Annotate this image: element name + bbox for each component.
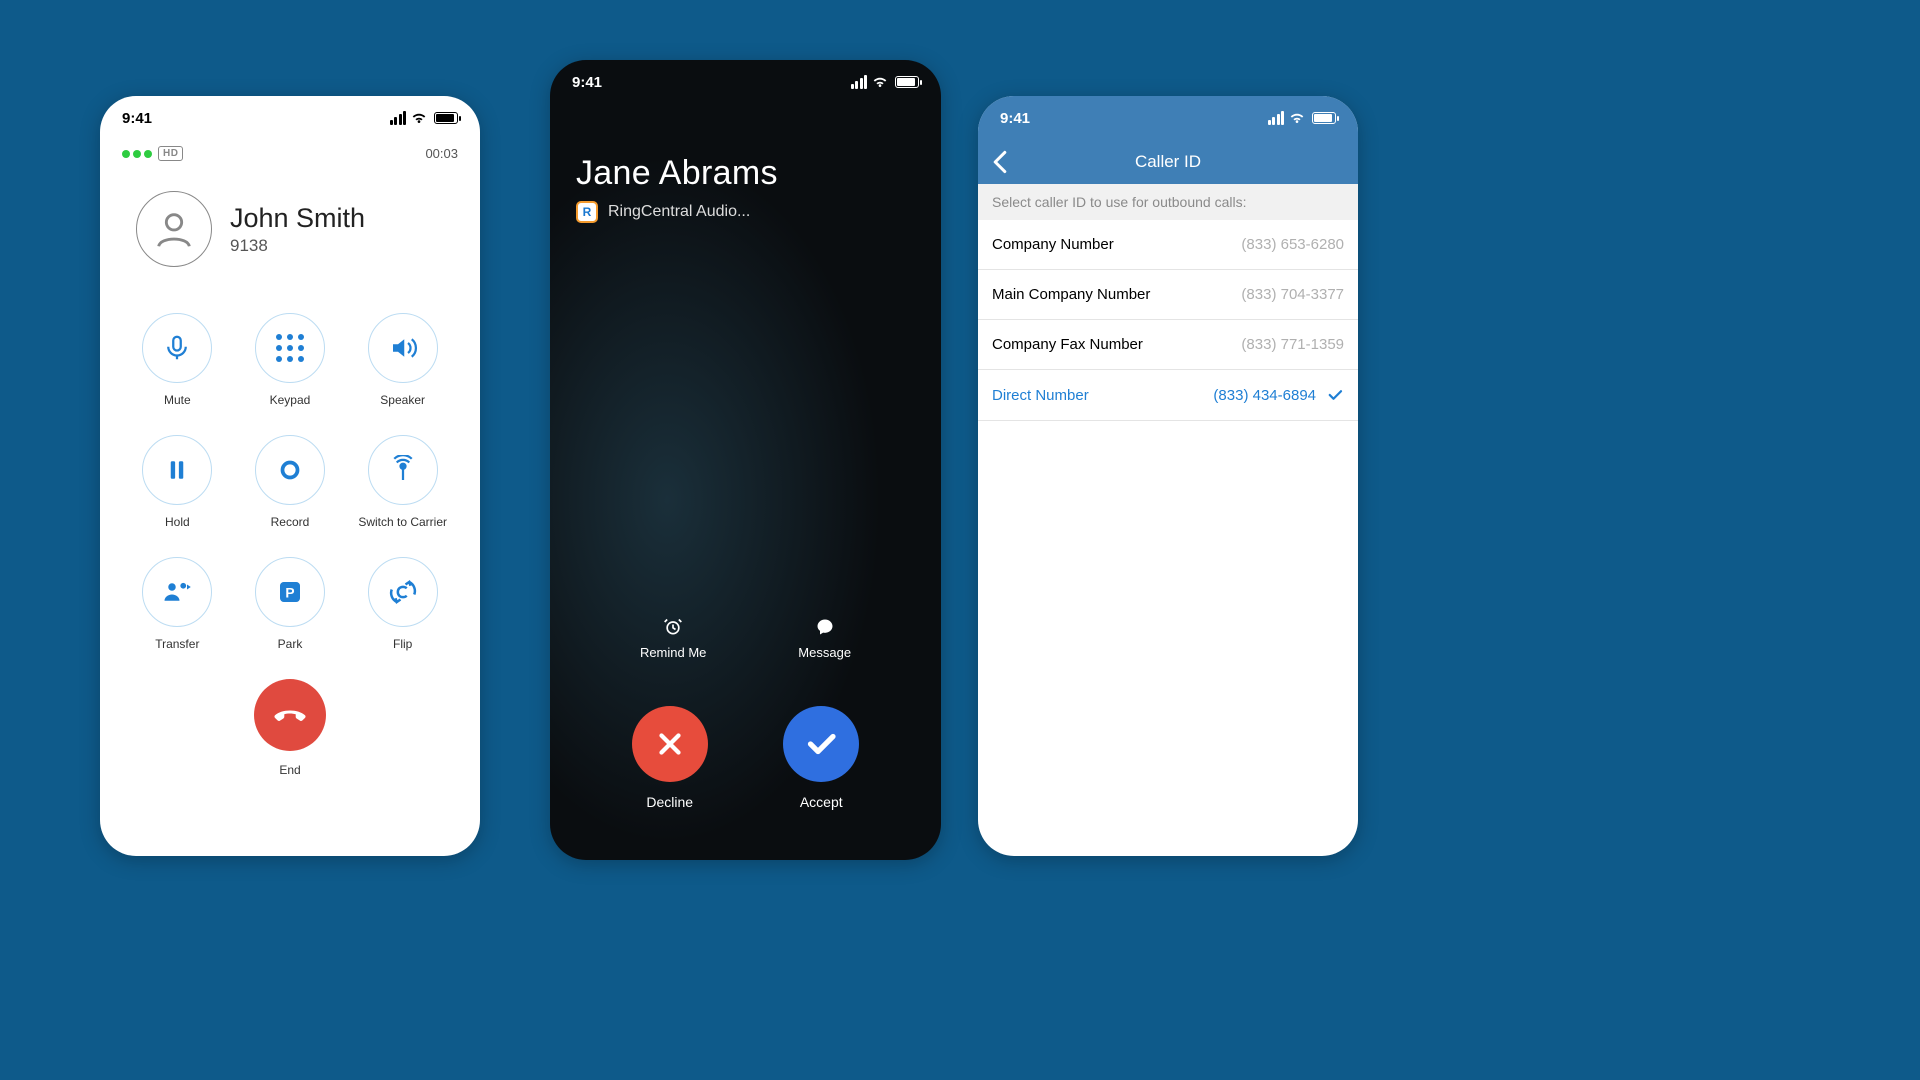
status-indicators	[1268, 111, 1337, 125]
battery-icon	[1312, 112, 1336, 124]
check-icon	[783, 706, 859, 782]
caller-id-item[interactable]: Direct Number (833) 434-6894	[978, 370, 1358, 421]
status-time: 9:41	[1000, 110, 1030, 127]
message-icon	[815, 617, 835, 637]
incoming-subtitle: RingCentral Audio...	[608, 203, 750, 221]
flip-button[interactable]: Flip	[368, 557, 438, 651]
back-button[interactable]	[992, 150, 1008, 174]
phone-incoming-call: 9:41 Jane Abrams R RingCentral Audio... …	[550, 60, 941, 860]
transfer-icon	[142, 557, 212, 627]
decline-label: Decline	[646, 794, 693, 810]
record-button[interactable]: Record	[255, 435, 325, 529]
avatar-icon	[136, 191, 212, 267]
caller-id-label: Company Number	[992, 236, 1114, 253]
status-indicators	[851, 75, 920, 89]
caller-extension: 9138	[230, 236, 365, 256]
microphone-icon	[142, 313, 212, 383]
signal-icon	[1268, 111, 1285, 125]
flip-label: Flip	[393, 637, 412, 651]
caller-name: John Smith	[230, 203, 365, 234]
speaker-button[interactable]: Speaker	[368, 313, 438, 407]
nav-bar: Caller ID	[978, 140, 1358, 184]
battery-icon	[895, 76, 919, 88]
signal-dots-icon	[122, 150, 152, 158]
wifi-icon	[410, 111, 428, 125]
speaker-icon	[368, 313, 438, 383]
park-label: Park	[278, 637, 303, 651]
call-controls-grid: Mute Keypad Speaker Hold Record	[100, 277, 480, 651]
decline-button[interactable]: Decline	[632, 706, 708, 810]
caller-id-item[interactable]: Main Company Number (833) 704-3377	[978, 270, 1358, 320]
record-icon	[255, 435, 325, 505]
caller-id-label: Company Fax Number	[992, 336, 1143, 353]
accept-button[interactable]: Accept	[783, 706, 859, 810]
pause-icon	[142, 435, 212, 505]
status-bar: 9:41	[100, 96, 480, 140]
incoming-subtitle-row: R RingCentral Audio...	[550, 197, 941, 227]
park-icon: P	[255, 557, 325, 627]
switch-carrier-button[interactable]: Switch to Carrier	[358, 435, 447, 529]
alarm-icon	[663, 617, 683, 637]
caller-id-list: Company Number (833) 653-6280 Main Company…	[978, 220, 1358, 421]
caller-id-label: Main Company Number	[992, 286, 1150, 303]
remind-label: Remind Me	[640, 645, 706, 660]
x-icon	[632, 706, 708, 782]
incoming-caller-name: Jane Abrams	[550, 104, 941, 197]
end-call-button[interactable]	[254, 679, 326, 751]
signal-icon	[390, 111, 407, 125]
call-duration: 00:03	[425, 146, 458, 161]
wifi-icon	[871, 75, 889, 89]
transfer-label: Transfer	[155, 637, 199, 651]
hangup-icon	[272, 697, 308, 733]
mute-label: Mute	[164, 393, 191, 407]
status-time: 9:41	[122, 110, 152, 127]
caller-id-number: (833) 653-6280	[1241, 236, 1344, 253]
battery-icon	[434, 112, 458, 124]
message-button[interactable]: Message	[798, 617, 851, 660]
remind-me-button[interactable]: Remind Me	[640, 617, 706, 660]
status-bar: 9:41	[978, 96, 1358, 140]
caller-id-item[interactable]: Company Fax Number (833) 771-1359	[978, 320, 1358, 370]
svg-text:P: P	[285, 586, 294, 601]
check-icon	[1326, 386, 1344, 404]
caller-id-item[interactable]: Company Number (833) 653-6280	[978, 220, 1358, 270]
end-label: End	[279, 763, 300, 777]
mute-button[interactable]: Mute	[142, 313, 212, 407]
instruction-text: Select caller ID to use for outbound cal…	[978, 184, 1358, 220]
caller-id-number: (833) 434-6894	[1213, 387, 1316, 404]
flip-icon	[368, 557, 438, 627]
keypad-button[interactable]: Keypad	[255, 313, 325, 407]
antenna-icon	[368, 435, 438, 505]
caller-id-number: (833) 704-3377	[1241, 286, 1344, 303]
call-status-row: HD 00:03	[100, 140, 480, 161]
transfer-button[interactable]: Transfer	[142, 557, 212, 651]
speaker-label: Speaker	[380, 393, 425, 407]
message-label: Message	[798, 645, 851, 660]
keypad-icon	[255, 313, 325, 383]
keypad-label: Keypad	[270, 393, 311, 407]
park-button[interactable]: P Park	[255, 557, 325, 651]
page-title: Caller ID	[1135, 152, 1201, 172]
ringcentral-icon: R	[576, 201, 598, 223]
caller-id-number: (833) 771-1359	[1241, 336, 1344, 353]
switch-label: Switch to Carrier	[358, 515, 447, 529]
status-time: 9:41	[572, 74, 602, 91]
hold-button[interactable]: Hold	[142, 435, 212, 529]
wifi-icon	[1288, 111, 1306, 125]
signal-icon	[851, 75, 868, 89]
status-bar: 9:41	[550, 60, 941, 104]
status-indicators	[390, 111, 459, 125]
caller-id-label: Direct Number	[992, 387, 1089, 404]
record-label: Record	[271, 515, 310, 529]
caller-info: John Smith 9138	[100, 161, 480, 277]
accept-label: Accept	[800, 794, 843, 810]
chevron-left-icon	[992, 150, 1008, 174]
phone-active-call: 9:41 HD 00:03 John Smith 9138	[100, 96, 480, 856]
hd-badge: HD	[158, 146, 183, 161]
phone-caller-id: 9:41 Caller ID Select caller ID to use f…	[978, 96, 1358, 856]
hold-label: Hold	[165, 515, 190, 529]
